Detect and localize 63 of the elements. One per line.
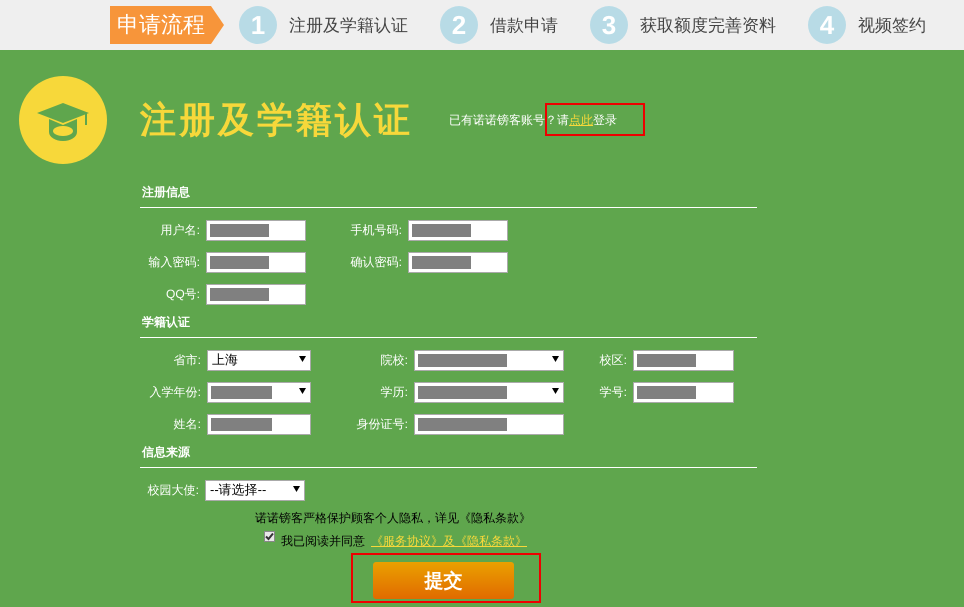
caret-icon: [552, 386, 559, 394]
dropdown[interactable]: [207, 382, 311, 402]
field-label: 入学年份:: [148, 384, 202, 400]
step-number: 2: [440, 6, 478, 44]
field-label: 学历:: [380, 384, 409, 400]
step-number: 1: [239, 6, 277, 44]
input-field[interactable]: [633, 350, 734, 370]
input-field[interactable]: [207, 414, 311, 434]
input-field[interactable]: [206, 220, 306, 240]
process-title: 申请流程: [110, 6, 224, 44]
caret-icon: [299, 354, 306, 362]
input-field[interactable]: [408, 220, 508, 240]
input-field[interactable]: [408, 252, 508, 272]
privacy-note: 诺诺镑客严格保护顾客个人隐私，详见《隐私条款》: [255, 510, 532, 527]
field-label: QQ号:: [164, 286, 201, 302]
redaction-block: [210, 288, 269, 300]
field-label: 学号:: [598, 384, 628, 400]
graduation-cap-icon: [19, 76, 107, 164]
field-label: 确认密码:: [350, 254, 403, 270]
section-title: 注册信息: [140, 180, 757, 208]
step-label: 获取额度完善资料: [640, 14, 776, 36]
checkbox[interactable]: [264, 531, 275, 542]
section-title: 学籍认证: [140, 310, 757, 338]
agreement-link[interactable]: 《服务协议》及《隐私条款》: [371, 533, 527, 550]
step-label: 注册及学籍认证: [289, 14, 408, 36]
checkbox-label: 我已阅读并同意: [281, 533, 365, 550]
redaction-block: [211, 418, 272, 430]
redaction-block: [637, 386, 696, 398]
redaction-block: [211, 386, 272, 398]
field-label: 姓名:: [172, 416, 202, 432]
step-label: 视频签约: [858, 14, 926, 36]
dropdown[interactable]: 上海: [207, 350, 311, 370]
dropdown[interactable]: [414, 382, 564, 402]
dropdown[interactable]: [414, 350, 564, 370]
input-field[interactable]: [206, 284, 306, 304]
field-label: 手机号码:: [350, 222, 403, 238]
step-label: 借款申请: [490, 14, 558, 36]
caret-icon: [552, 354, 559, 362]
redaction-block: [412, 224, 471, 236]
redaction-block: [412, 256, 471, 268]
field-label: 用户名:: [160, 222, 201, 238]
submit-button[interactable]: 提交: [373, 562, 514, 599]
dropdown[interactable]: --请选择--: [205, 480, 305, 500]
login-link[interactable]: 点此: [569, 112, 593, 126]
section-title: 信息来源: [140, 440, 757, 468]
input-field[interactable]: [414, 414, 564, 434]
caret-icon: [293, 484, 300, 492]
redaction-block: [637, 354, 696, 366]
input-field[interactable]: [206, 252, 306, 272]
caret-icon: [299, 386, 306, 394]
page-title: 注册及学籍认证: [140, 98, 413, 142]
field-label: 校区:: [598, 352, 628, 368]
field-label: 校园大使:: [146, 482, 200, 498]
field-label: 省市:: [172, 352, 202, 368]
redaction-block: [210, 256, 269, 268]
field-label: 输入密码:: [148, 254, 201, 270]
step-number: 3: [590, 6, 628, 44]
redaction-block: [210, 224, 269, 236]
input-field[interactable]: [633, 382, 734, 402]
field-label: 身份证号:: [356, 416, 409, 432]
field-label: 院校:: [380, 352, 409, 368]
login-hint: 已有诺诺镑客账号？请点此登录: [449, 112, 617, 128]
step-number: 4: [808, 6, 846, 44]
